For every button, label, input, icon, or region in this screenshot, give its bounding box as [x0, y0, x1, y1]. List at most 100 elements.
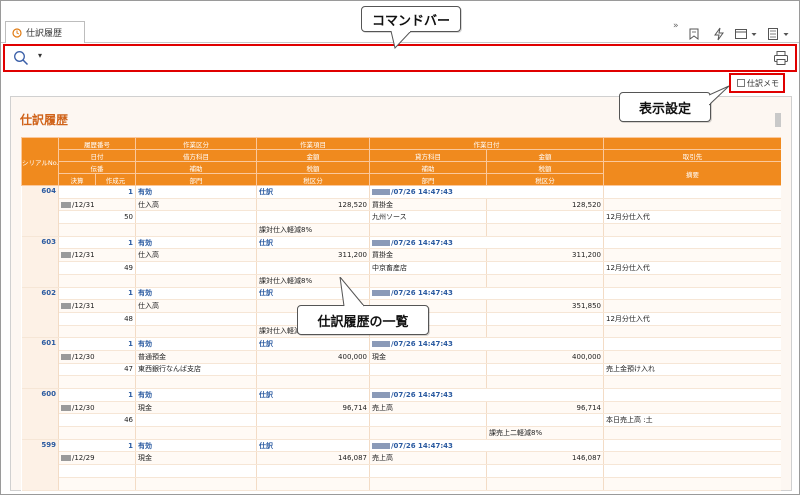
cell-partner[interactable] [603, 401, 781, 415]
cell-credit[interactable]: 現金 [369, 350, 487, 364]
cell-debit-tax[interactable] [256, 413, 370, 428]
cell-debit[interactable]: 現金 [135, 401, 257, 415]
table-row[interactable]: /12/30 普通預金 400,000 現金 400,000 [22, 350, 781, 364]
cell-debit-taxkbn[interactable] [256, 426, 370, 440]
cell-partner[interactable] [603, 451, 781, 466]
cell-hist[interactable]: 1 [58, 185, 136, 199]
cell-memo[interactable]: 売上金預け入れ [603, 363, 781, 377]
header-memo[interactable]: 摘要 [603, 161, 781, 186]
cell-empty[interactable] [603, 274, 781, 288]
scrollbar-thumb[interactable] [775, 113, 781, 127]
cell-empty[interactable] [58, 325, 136, 339]
header-origin[interactable]: 作成元 [95, 173, 136, 186]
header-date[interactable]: 日付 [58, 149, 136, 162]
cell-denban[interactable]: 50 [58, 210, 136, 225]
cell-credit[interactable]: 買掛金 [369, 248, 487, 263]
cell-empty[interactable] [369, 477, 487, 491]
header-debit-taxkbn[interactable]: 税区分 [256, 173, 370, 186]
cell-empty[interactable] [135, 375, 257, 389]
journal-memo-toggle[interactable]: 仕訳メモ [729, 73, 785, 93]
cell-credit-amount[interactable]: 146,087 [486, 451, 604, 466]
cell-hist[interactable]: 1 [58, 236, 136, 250]
cell-credit[interactable]: 売上高 [369, 451, 487, 466]
cell-credit-taxkbn[interactable] [486, 325, 604, 339]
cell-koumoku[interactable]: 仕訳 [256, 439, 370, 453]
header-debit-sub[interactable]: 補助 [135, 161, 257, 174]
header-serial[interactable]: シリアルNo. [21, 137, 59, 186]
cell-credit-tax[interactable] [486, 261, 604, 275]
cell-datetime[interactable]: /07/26 14:47:43 [369, 287, 604, 301]
table-row[interactable]: /12/31 仕入高 128,520 買掛金 128,520 [22, 198, 781, 212]
cell-debit-sub[interactable] [135, 210, 257, 225]
serial-cell[interactable]: 599 [21, 439, 59, 491]
table-row[interactable]: 600 1 有効 仕訳/07/26 14:47:43 [21, 388, 781, 440]
cell-empty[interactable] [369, 274, 487, 288]
cell-debit[interactable]: 現金 [135, 451, 257, 466]
cell-kubun[interactable]: 有効 [135, 236, 257, 250]
cell-debit-sub[interactable] [135, 464, 257, 478]
cell-memo[interactable]: 12月分仕入代 [603, 312, 781, 326]
cell-kubun[interactable]: 有効 [135, 388, 257, 402]
cell-empty[interactable] [58, 477, 136, 491]
search-dropdown-icon[interactable]: ▾ [38, 51, 42, 60]
cell-hist[interactable]: 1 [58, 337, 136, 351]
cell-credit-tax[interactable] [486, 464, 604, 478]
cell-denban[interactable] [58, 464, 136, 478]
cell-empty[interactable] [135, 274, 257, 288]
cell-credit-sub[interactable]: 中京畜産店 [369, 261, 487, 275]
cell-koumoku[interactable]: 仕訳 [256, 185, 370, 199]
serial-cell[interactable]: 602 [21, 287, 59, 339]
cell-memo[interactable]: 本日売上高 :土 [603, 413, 781, 428]
cell-debit-amount[interactable]: 311,200 [256, 248, 370, 263]
cell-denban[interactable]: 49 [58, 261, 136, 275]
chevron-down-icon[interactable] [750, 27, 758, 41]
cell-debit-amount[interactable]: 96,714 [256, 401, 370, 415]
cell-credit-tax[interactable] [486, 210, 604, 225]
cell-kubun[interactable]: 有効 [135, 439, 257, 453]
cell-empty[interactable] [603, 426, 781, 440]
header-debit-account[interactable]: 借方科目 [135, 149, 257, 162]
memo-checkbox[interactable] [737, 79, 745, 87]
table-row[interactable] [22, 477, 781, 491]
cell-debit-tax[interactable] [256, 363, 370, 377]
cell-credit[interactable]: 売上高 [369, 401, 487, 415]
header-credit-tax[interactable]: 税額 [486, 161, 604, 174]
cell-empty[interactable] [603, 185, 781, 199]
serial-cell[interactable]: 603 [21, 236, 59, 288]
cell-empty[interactable] [58, 426, 136, 440]
cell-empty[interactable] [369, 223, 487, 237]
cell-empty[interactable] [603, 375, 781, 389]
cell-debit-taxkbn[interactable] [256, 375, 370, 389]
cell-kubun[interactable]: 有効 [135, 337, 257, 351]
cell-credit-amount[interactable]: 128,520 [486, 198, 604, 212]
table-row[interactable]: 603 1 有効 仕訳/07/26 14:47:43 [21, 236, 781, 288]
cell-hist[interactable]: 1 [58, 439, 136, 453]
cell-debit[interactable]: 仕入高 [135, 198, 257, 212]
header-debit-tax[interactable]: 税額 [256, 161, 370, 174]
cell-empty[interactable] [603, 477, 781, 491]
header-credit-taxkbn[interactable]: 税区分 [486, 173, 604, 186]
lightning-icon[interactable] [712, 27, 726, 41]
cell-denban[interactable]: 48 [58, 312, 136, 326]
cell-empty[interactable] [603, 236, 781, 250]
cell-memo[interactable] [603, 464, 781, 478]
cell-credit-amount[interactable]: 96,714 [486, 401, 604, 415]
header-history-no[interactable]: 履歴番号 [58, 137, 136, 150]
header-work-type[interactable]: 作業区分 [135, 137, 257, 150]
cell-debit-tax[interactable] [256, 464, 370, 478]
cell-debit-tax[interactable] [256, 261, 370, 275]
cell-credit-sub[interactable] [369, 363, 487, 377]
cell-datetime[interactable]: /07/26 14:47:43 [369, 337, 604, 351]
cell-empty[interactable] [369, 375, 487, 389]
cell-partner[interactable] [603, 350, 781, 364]
header-credit-amount[interactable]: 金額 [486, 149, 604, 162]
header-work-date[interactable]: 作業日付 [369, 137, 604, 150]
cell-partner[interactable] [603, 198, 781, 212]
cell-credit-taxkbn[interactable] [486, 375, 604, 389]
print-icon[interactable] [773, 50, 789, 66]
cell-empty[interactable] [603, 287, 781, 301]
cell-empty[interactable] [135, 223, 257, 237]
header-work-item[interactable]: 作業項目 [256, 137, 370, 150]
cell-credit-taxkbn[interactable] [486, 477, 604, 491]
cell-credit-amount[interactable]: 311,200 [486, 248, 604, 263]
